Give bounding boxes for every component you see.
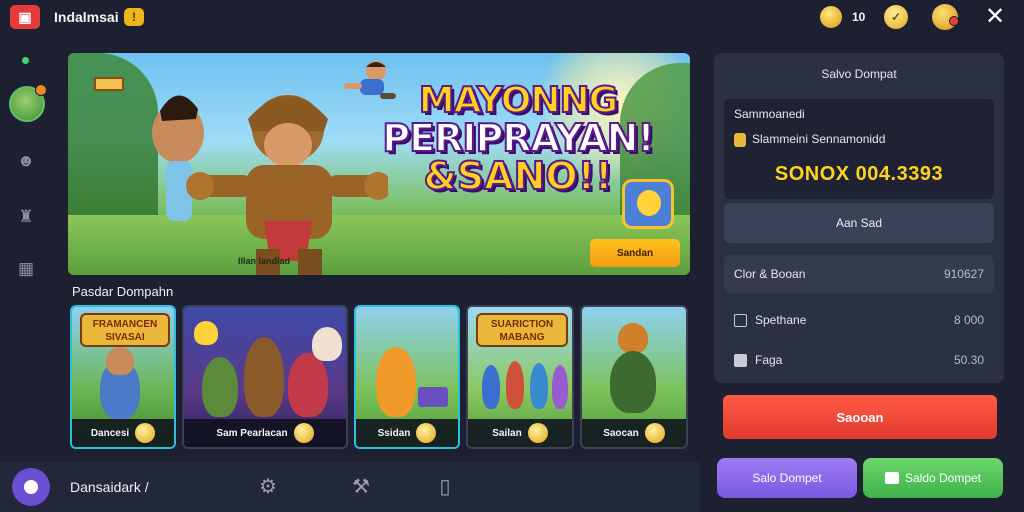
hero-banner[interactable]: MAYONNG PERIPRAYAN! &SANO!! Illan landla… (68, 53, 690, 275)
gift-box-icon (418, 387, 448, 407)
card-character (482, 365, 500, 409)
row-value: 50.30 (953, 353, 984, 367)
card-label: Dancesi (90, 427, 130, 439)
card-character-head (312, 327, 342, 361)
card-character (530, 363, 548, 409)
wallet-button-purple-label: Salo Dompet (752, 471, 822, 485)
top-bar: ▣ Indalmsai ! 10 ✓ ✕ (0, 0, 1024, 36)
row-value: 8 000 (953, 313, 984, 327)
coin-count: 10 (852, 10, 866, 24)
avatar-badge-icon (35, 84, 47, 96)
hero-headline: MAYONNG PERIPRAYAN! &SANO!! (368, 80, 668, 197)
card-label: Ssidan (377, 427, 411, 439)
wallet-button-green-label: Saldo Dompet (904, 471, 982, 485)
headline-line-2: PERIPRAYAN! (381, 116, 656, 160)
coin-icon (135, 423, 156, 443)
wallet-button-green[interactable]: Saldo Dompet (863, 458, 1003, 498)
panel-title: Salvo Dompat (821, 67, 897, 81)
app-title: Indalmsai (54, 9, 119, 25)
online-status-icon (22, 57, 29, 64)
hero-caption: Illan landlad (238, 256, 291, 266)
users-icon[interactable]: ☻ (15, 150, 37, 172)
card-footer: Ssidan (356, 419, 458, 447)
hero-cta-button[interactable]: Sandan (590, 239, 680, 267)
card-character (244, 337, 284, 417)
headline-line-1: MAYONNG (418, 80, 619, 121)
coin-icon (527, 423, 548, 443)
close-button[interactable]: ✕ (982, 4, 1008, 30)
card-footer: Dancesi (72, 419, 174, 447)
card-label: Sam Pearlacan (216, 427, 288, 439)
add-balance-label: Aan Sad (835, 216, 883, 230)
wallet-subtitle: Slammeini Sennamonidd (752, 132, 886, 146)
coin-icon (416, 423, 437, 443)
bottom-bar-label: Dansaidark / (70, 479, 149, 495)
coin-icon (293, 423, 314, 443)
row-label: Faga (755, 353, 783, 367)
primary-action-label: Saooan (836, 409, 884, 425)
app-logo-icon[interactable]: ▣ (10, 5, 40, 29)
wallet-row[interactable]: Clor & Booan 910627 (724, 255, 994, 293)
wallet-label: Sammoanedi (734, 107, 805, 121)
card-character (552, 365, 568, 409)
checkbox-checked[interactable] (734, 353, 747, 367)
coin-icon (644, 423, 665, 443)
coin-stack-icon (820, 6, 842, 28)
game-card[interactable]: Saocan (580, 305, 688, 449)
wallet-row[interactable]: Faga 50.30 (724, 341, 994, 379)
card-character (610, 351, 656, 413)
row-label: Spethane (755, 313, 807, 327)
card-character-head (618, 323, 648, 353)
wallet-panel: Salvo Dompat Sammoanedi Slammeini Sennam… (714, 53, 1004, 383)
card-footer: Sailan (468, 419, 572, 447)
card-character (288, 353, 328, 417)
row-value: 910627 (943, 267, 984, 281)
card-footer: Saocan (582, 419, 686, 447)
gold-coin-icon[interactable]: ✓ (884, 5, 908, 29)
wallet-button-purple[interactable]: Salo Dompet (717, 458, 857, 498)
wallet-amount: SONOX 004.3393 (774, 163, 944, 185)
phone-icon[interactable]: ▯ (432, 474, 458, 500)
wallet-icon (884, 472, 899, 484)
row-label: Clor & Booan (734, 267, 806, 281)
wallet-balance-box: Sammoanedi Slammeini Sennamonidd SONOX 0… (724, 99, 994, 199)
game-card[interactable]: Ssidan (354, 305, 460, 449)
mascot-icon (622, 179, 674, 229)
card-badge: SUARICTION MABANG (476, 313, 568, 347)
game-card[interactable]: FRAMANCEN SIVASAI Dancesi (70, 305, 176, 449)
hero-cta-label: Sandan (616, 247, 654, 259)
card-character (506, 361, 524, 409)
checkbox[interactable] (734, 313, 747, 327)
home-logo-icon[interactable] (12, 468, 50, 506)
card-footer: Sam Pearlacan (184, 419, 346, 447)
card-character (202, 357, 238, 417)
game-card[interactable]: Sam Pearlacan (182, 305, 348, 449)
notification-dot-icon (949, 16, 959, 26)
card-character-head (106, 347, 134, 375)
card-label: Sailan (492, 427, 522, 439)
section-title: Pasdar Dompahn (72, 284, 174, 299)
hammer-icon[interactable]: ⚒ (348, 474, 374, 500)
game-card[interactable]: SUARICTION MABANG Sailan (466, 305, 574, 449)
settings-icon[interactable]: ⚙ (255, 474, 281, 500)
title-badge[interactable]: ! (124, 8, 144, 26)
primary-action-button[interactable]: Saooan (723, 395, 997, 439)
card-badge: FRAMANCEN SIVASAI (80, 313, 170, 347)
card-label: Saocan (603, 427, 639, 439)
calendar-icon[interactable]: ▦ (15, 258, 37, 280)
wallet-row[interactable]: Spethane 8 000 (724, 301, 994, 339)
card-emoji (194, 321, 218, 345)
trophy-icon[interactable]: ♜ (15, 206, 37, 228)
flag-icon (94, 77, 124, 91)
wallet-icon (734, 133, 746, 147)
card-character (376, 347, 416, 417)
add-balance-button[interactable]: Aan Sad (724, 203, 994, 243)
